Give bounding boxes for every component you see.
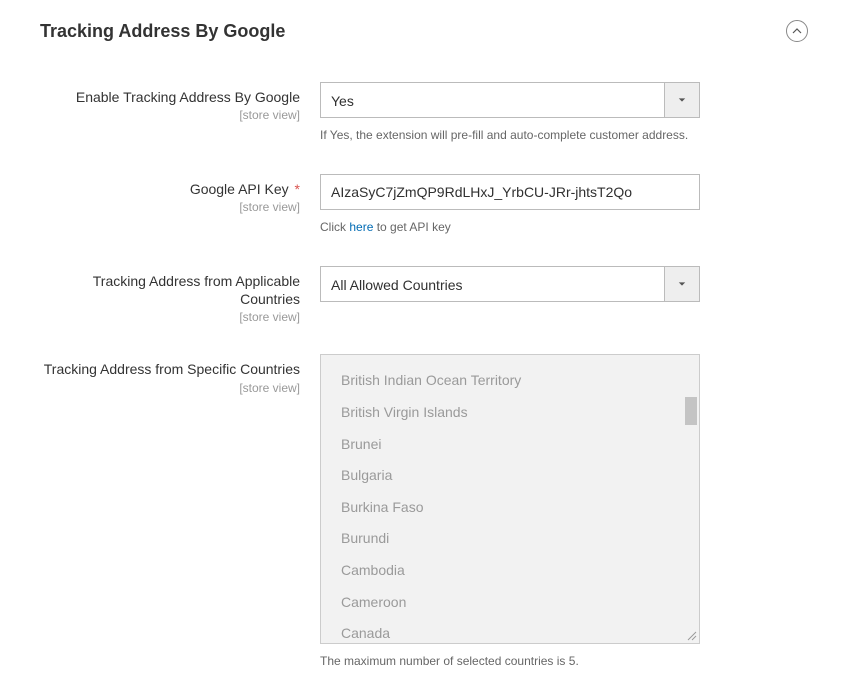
select-arrow — [664, 266, 700, 302]
triangle-down-icon — [678, 96, 686, 104]
section-title: Tracking Address By Google — [40, 21, 285, 42]
field-label: Google API Key * — [40, 180, 300, 198]
field-specific-countries: Tracking Address from Specific Countries… — [40, 354, 808, 670]
scrollbar-thumb[interactable] — [685, 397, 697, 425]
field-api-key: Google API Key * [store view] Click here… — [40, 174, 808, 236]
select-arrow — [664, 82, 700, 118]
field-enable-tracking: Enable Tracking Address By Google [store… — [40, 82, 808, 144]
list-item[interactable]: British Virgin Islands — [341, 397, 663, 429]
triangle-down-icon — [678, 280, 686, 288]
field-scope: [store view] — [40, 200, 300, 214]
specific-countries-listbox[interactable]: British Indian Ocean TerritoryBritish Vi… — [320, 354, 700, 644]
field-scope: [store view] — [40, 310, 300, 324]
api-key-link[interactable]: here — [349, 220, 373, 234]
select-value: Yes — [320, 82, 664, 118]
select-value: All Allowed Countries — [320, 266, 664, 302]
list-item[interactable]: Cambodia — [341, 555, 663, 587]
field-scope: [store view] — [40, 381, 300, 395]
list-item[interactable]: Cameroon — [341, 587, 663, 619]
api-key-input[interactable] — [320, 174, 700, 210]
enable-tracking-select[interactable]: Yes — [320, 82, 700, 118]
field-label: Enable Tracking Address By Google — [40, 88, 300, 106]
list-item[interactable]: Brunei — [341, 429, 663, 461]
field-label: Tracking Address from Specific Countries — [40, 360, 300, 378]
list-item[interactable]: Burundi — [341, 523, 663, 555]
list-item[interactable]: Canada — [341, 618, 663, 643]
section-header: Tracking Address By Google — [40, 20, 808, 42]
collapse-toggle[interactable] — [786, 20, 808, 42]
required-indicator: * — [291, 181, 300, 197]
listbox-inner: British Indian Ocean TerritoryBritish Vi… — [321, 355, 683, 643]
list-item[interactable]: Bulgaria — [341, 460, 663, 492]
helper-text: Click here to get API key — [320, 218, 700, 236]
helper-text: If Yes, the extension will pre-fill and … — [320, 126, 700, 144]
applicable-countries-select[interactable]: All Allowed Countries — [320, 266, 700, 302]
field-label: Tracking Address from Applicable Countri… — [40, 272, 300, 308]
helper-text: The maximum number of selected countries… — [320, 652, 700, 670]
resize-grip-icon — [685, 629, 697, 641]
field-applicable-countries: Tracking Address from Applicable Countri… — [40, 266, 808, 324]
field-scope: [store view] — [40, 108, 300, 122]
list-item[interactable]: Burkina Faso — [341, 492, 663, 524]
list-item[interactable]: British Indian Ocean Territory — [341, 365, 663, 397]
scrollbar[interactable] — [683, 355, 699, 643]
chevron-up-icon — [792, 26, 802, 36]
